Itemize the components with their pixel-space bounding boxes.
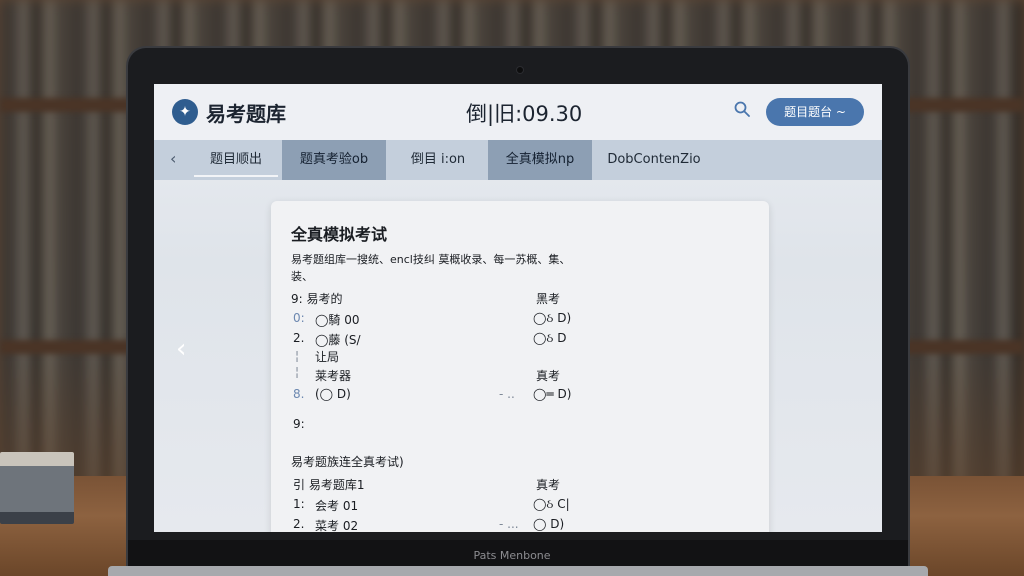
option-left[interactable]: 菜考 02 [315, 517, 358, 532]
nav-back-arrow-icon[interactable]: ‹ [170, 149, 176, 168]
countdown-timer: 倒|旧:09.30 [466, 102, 583, 126]
option-left[interactable]: 会考 01 [315, 497, 358, 514]
option-right[interactable]: ◯═ D) [533, 387, 571, 401]
dots: - ... [499, 517, 519, 531]
question-number: 0: [293, 311, 305, 325]
laptop-brand-label: Pats Menbone [473, 549, 551, 562]
screen: ✦ 易考题库 倒|旧:09.30 题目题台 ~ ‹ 题目顺出 题真考验ob 倒目… [154, 84, 882, 532]
question-number: 9: [293, 417, 305, 431]
tab-2[interactable]: 题真考验ob [282, 140, 386, 180]
exam-intro-text: 易考题组库一搜统、encl技纠 莫概收录、每一苏概、集、装、 [291, 253, 571, 283]
app-title: 易考题库 [206, 102, 286, 126]
section2-title: 易考题族连全真考试) [291, 455, 404, 469]
question-number: 8. [293, 387, 305, 401]
app-logo-icon: ✦ [172, 99, 198, 125]
question-marker: ¦ [295, 365, 300, 379]
option-right[interactable]: ◯ઠ D [533, 331, 566, 346]
section1-header-left: 9: 易考的 [291, 292, 343, 306]
card-title: 全真模拟考试 [291, 225, 388, 244]
tab-1[interactable]: 题目顺出 [190, 140, 282, 180]
nav-bar: ‹ 题目顺出 题真考验ob 倒目 i:on 全真模拟np DobContenZi… [154, 140, 882, 180]
question-number: 1: [293, 497, 305, 511]
option-right[interactable]: ◯ઠ D) [533, 311, 571, 326]
book [0, 452, 74, 524]
section2-header-left: 引 易考题库1 [293, 478, 365, 492]
question-text: 让局 [315, 350, 340, 364]
exam-card: 全真模拟考试 易考题组库一搜统、encl技纠 莫概收录、每一苏概、集、装、 9:… [271, 201, 769, 532]
question-number: 2. [293, 331, 305, 345]
keyboard-edge [108, 566, 928, 576]
tab-3[interactable]: 倒目 i:on [390, 140, 486, 180]
option-right[interactable]: ◯ઠ C| [533, 497, 570, 512]
section1-header-right: 黑考 [536, 292, 561, 306]
tab-4[interactable]: 全真模拟np [488, 140, 592, 180]
dots: - .. [499, 387, 515, 401]
sub-header-right: 真考 [536, 369, 561, 383]
sub-header-left: 莱考器 [315, 369, 352, 383]
section2-header-right: 真考 [536, 478, 561, 492]
tab-5[interactable]: DobContenZio [598, 140, 710, 180]
user-menu-button[interactable]: 题目题台 ~ [766, 98, 864, 126]
prev-arrow-icon[interactable]: ‹ [176, 334, 186, 364]
option-left[interactable]: ◯騎 00 [315, 311, 360, 328]
webcam [517, 67, 523, 73]
question-marker: ¦ [295, 349, 300, 363]
question-number: 2. [293, 517, 305, 531]
app-header: ✦ 易考题库 倒|旧:09.30 题目题台 ~ [154, 84, 882, 140]
search-icon[interactable] [734, 101, 750, 117]
option-left[interactable]: ◯藤 (S/ [315, 331, 361, 348]
option-left[interactable]: (◯ D) [315, 387, 351, 401]
option-right[interactable]: ◯ D) [533, 517, 564, 531]
